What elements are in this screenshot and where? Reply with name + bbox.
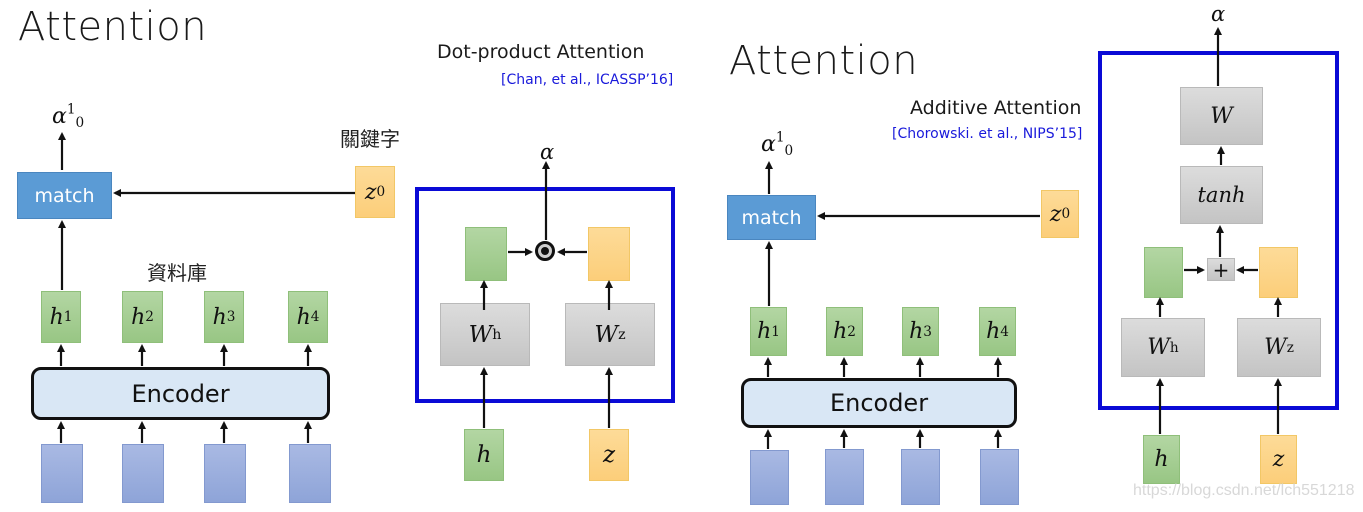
arrow-layer (57, 27, 1282, 449)
